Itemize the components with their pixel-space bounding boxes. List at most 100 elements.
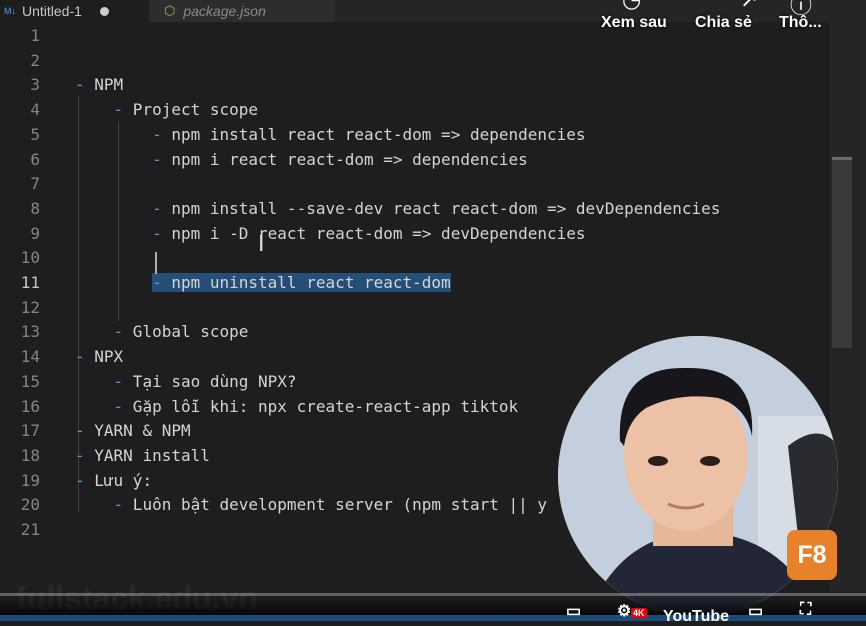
line-number: 17 bbox=[20, 421, 40, 441]
line-number: 14 bbox=[20, 347, 40, 367]
tab-untitled[interactable]: M↓ Untitled-1 bbox=[0, 0, 148, 22]
ibeam-cursor-icon: I bbox=[258, 232, 265, 257]
bullet-text: NPX bbox=[84, 347, 124, 367]
bullet-text: Project scope bbox=[123, 100, 259, 120]
line-number: 20 bbox=[20, 495, 40, 515]
more-info-button[interactable]: Thô... bbox=[779, 14, 822, 32]
bullet-text: npm i -D react react-dom => devDependenc… bbox=[161, 223, 586, 243]
bullet-text: Gặp lỗi khi: npx create-react-app tiktok bbox=[123, 396, 519, 416]
line-number: 9 bbox=[30, 223, 40, 243]
line-number: 11 bbox=[20, 273, 40, 292]
bullet-text: npm install --save-dev react react-dom =… bbox=[161, 198, 721, 218]
f8-logo-badge: F8 bbox=[787, 530, 837, 580]
code-line[interactable]: 6 - npm i react react-dom => dependencie… bbox=[0, 148, 838, 172]
bullet-dash: - bbox=[75, 421, 85, 441]
line-number: 13 bbox=[20, 322, 40, 342]
bullet-dash: - bbox=[152, 149, 162, 169]
bullet-dash: - bbox=[113, 371, 124, 391]
bullet-dash: - bbox=[75, 75, 85, 95]
text-cursor bbox=[155, 252, 157, 274]
share-button[interactable]: Chia sẻ bbox=[695, 14, 752, 32]
nodejs-icon: ⬡ bbox=[164, 3, 176, 18]
code-line[interactable]: 3 - NPM bbox=[0, 73, 838, 97]
code-text: - Tại sao dùng NPX? bbox=[75, 370, 297, 394]
line-number: 7 bbox=[30, 174, 40, 194]
code-text: - NPX bbox=[75, 345, 123, 369]
bottom-strip bbox=[0, 615, 866, 621]
settings-icon[interactable]: ⚙ bbox=[617, 601, 631, 621]
bullet-dash: - bbox=[113, 100, 124, 120]
line-number: 12 bbox=[20, 297, 40, 317]
bullet-dash: - bbox=[152, 124, 162, 144]
code-text: - Luôn bật development server (npm start… bbox=[75, 493, 547, 517]
bullet-dash: - bbox=[152, 273, 162, 292]
unsaved-dot-icon[interactable] bbox=[99, 6, 109, 16]
code-text: - npm install --save-dev react react-dom… bbox=[75, 197, 720, 221]
code-text: - npm uninstall react react-dom bbox=[75, 271, 451, 295]
line-number: 3 bbox=[30, 75, 40, 95]
line-number: 19 bbox=[20, 470, 40, 490]
line-number: 5 bbox=[30, 124, 40, 144]
code-line[interactable]: 9 - npm i -D react react-dom => devDepen… bbox=[0, 222, 838, 246]
code-text: - npm install react react-dom => depende… bbox=[75, 123, 586, 147]
code-text: - NPM bbox=[75, 73, 123, 97]
code-line[interactable]: 2 bbox=[0, 49, 838, 73]
subtitles-icon[interactable]: ▭ bbox=[566, 601, 581, 621]
bullet-text: NPM bbox=[84, 75, 124, 95]
cast-icon[interactable]: ▭ bbox=[748, 601, 763, 621]
quality-badge: 4K bbox=[631, 608, 647, 618]
clock-icon[interactable]: ◔ bbox=[622, 0, 641, 13]
bullet-dash: - bbox=[113, 396, 124, 416]
bullet-text: Tại sao dùng NPX? bbox=[123, 371, 297, 391]
youtube-logo[interactable]: YouTube bbox=[663, 608, 729, 626]
scrollbar-thumb[interactable] bbox=[832, 158, 852, 348]
code-line[interactable]: 11 - npm uninstall react react-dom bbox=[0, 271, 838, 295]
code-line[interactable]: 10 bbox=[0, 246, 838, 270]
code-line[interactable]: 5 - npm install react react-dom => depen… bbox=[0, 123, 838, 147]
code-text: - YARN & NPM bbox=[75, 419, 191, 443]
bullet-dash: - bbox=[152, 198, 162, 218]
line-number: 16 bbox=[20, 396, 40, 416]
tab-package-json[interactable]: ⬡ package.json bbox=[150, 0, 335, 22]
line-number: 10 bbox=[20, 248, 40, 268]
line-number: 8 bbox=[30, 198, 40, 218]
watch-later-button[interactable]: Xem sau bbox=[601, 14, 667, 32]
tab-label: Untitled-1 bbox=[22, 3, 82, 19]
bullet-text: YARN & NPM bbox=[84, 421, 191, 441]
tab-label: package.json bbox=[183, 3, 266, 19]
bullet-dash: - bbox=[75, 445, 85, 465]
bullet-text: Lưu ý: bbox=[84, 470, 153, 490]
share-icon[interactable]: ↗ bbox=[740, 0, 758, 13]
code-text: - Project scope bbox=[75, 98, 259, 122]
bullet-text: Global scope bbox=[123, 322, 249, 342]
code-text: - YARN install bbox=[75, 444, 210, 468]
code-text: - Lưu ý: bbox=[75, 469, 152, 493]
bullet-dash: - bbox=[75, 347, 85, 367]
line-number: 4 bbox=[30, 100, 40, 120]
line-number: 15 bbox=[20, 371, 40, 391]
bullet-text: npm install react react-dom => dependenc… bbox=[161, 124, 586, 144]
bullet-text: YARN install bbox=[84, 445, 210, 465]
code-line[interactable]: 8 - npm install --save-dev react react-d… bbox=[0, 197, 838, 221]
bullet-text: Luôn bật development server (npm start |… bbox=[123, 495, 548, 515]
code-line[interactable]: 4 - Project scope bbox=[0, 98, 838, 122]
code-line[interactable]: 12 bbox=[0, 296, 838, 320]
line-number: 1 bbox=[30, 26, 40, 45]
code-text: - npm i -D react react-dom => devDepende… bbox=[75, 222, 586, 246]
bullet-text: npm i react react-dom => dependencies bbox=[161, 149, 528, 169]
bullet-dash: - bbox=[113, 495, 124, 515]
line-number: 21 bbox=[20, 520, 40, 539]
code-text: - npm i react react-dom => dependencies bbox=[75, 148, 528, 172]
markdown-icon: M↓ bbox=[4, 6, 16, 16]
text-selection: - npm uninstall react react-dom bbox=[152, 273, 451, 292]
code-text: - Global scope bbox=[75, 320, 249, 344]
line-number: 2 bbox=[30, 50, 40, 70]
scrollbar-marker bbox=[832, 157, 852, 160]
code-text: - Gặp lỗi khi: npx create-react-app tikt… bbox=[75, 395, 519, 419]
bullet-dash: - bbox=[113, 322, 124, 342]
line-number: 18 bbox=[20, 445, 40, 465]
line-number: 6 bbox=[30, 149, 40, 169]
bullet-dash: - bbox=[75, 470, 85, 490]
code-line[interactable]: 7 bbox=[0, 172, 838, 196]
fullscreen-icon[interactable]: ⛶ bbox=[800, 601, 811, 619]
